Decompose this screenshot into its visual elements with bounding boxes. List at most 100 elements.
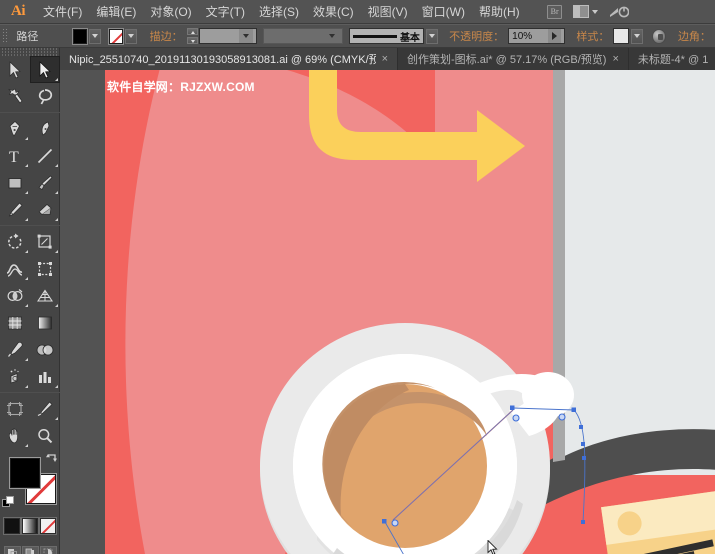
- blend-tool[interactable]: [30, 336, 60, 363]
- eraser-tool[interactable]: [30, 196, 60, 223]
- artboard-tool[interactable]: [0, 395, 30, 422]
- document-tab-bar: Nipic_25510740_20191130193058913081.ai @…: [60, 48, 715, 70]
- shape-builder-tool[interactable]: [0, 282, 30, 309]
- tool-expand-arrow-icon: [25, 277, 28, 280]
- close-icon[interactable]: ×: [382, 53, 388, 65]
- tool-expand-arrow-icon: [55, 78, 58, 81]
- stroke-weight-label: 描边：: [149, 31, 183, 43]
- tab-document-3-label: 未标题-4* @ 1: [637, 54, 709, 66]
- control-bar-grip[interactable]: [2, 28, 9, 44]
- free-transform-tool[interactable]: [30, 255, 60, 282]
- brush-definition-dropdown[interactable]: [425, 28, 438, 44]
- menu-file[interactable]: 文件(F): [36, 0, 89, 24]
- fill-swatch-dropdown[interactable]: [88, 28, 101, 44]
- creative-cloud-icon[interactable]: [606, 3, 632, 20]
- perspective-grid-tool[interactable]: [30, 282, 60, 309]
- line-segment-tool[interactable]: [30, 142, 60, 169]
- graphic-style-swatch[interactable]: [613, 28, 629, 44]
- menu-edit[interactable]: 编辑(E): [89, 0, 143, 24]
- opacity-label: 不透明度：: [449, 31, 505, 43]
- hand-tool[interactable]: [0, 422, 30, 449]
- tool-expand-arrow-icon: [55, 164, 58, 167]
- pen-tool[interactable]: [0, 115, 30, 142]
- svg-text:T: T: [9, 149, 19, 165]
- graphic-style-dropdown[interactable]: [630, 28, 643, 44]
- lasso-tool[interactable]: [30, 83, 60, 110]
- gradient-tool[interactable]: [30, 309, 60, 336]
- variable-width-dropdown-icon[interactable]: [325, 29, 340, 43]
- mesh-tool[interactable]: [0, 309, 30, 336]
- menu-help[interactable]: 帮助(H): [472, 0, 527, 24]
- tool-expand-arrow-icon: [55, 250, 58, 253]
- tool-expand-arrow-icon: [25, 191, 28, 194]
- rectangle-tool[interactable]: [0, 169, 30, 196]
- stroke-weight-input[interactable]: [198, 28, 258, 44]
- tool-expand-arrow-icon: [25, 250, 28, 253]
- menu-view[interactable]: 视图(V): [361, 0, 415, 24]
- document-canvas[interactable]: 软件自学网：RJZXW.COM: [60, 70, 715, 554]
- pencil-tool[interactable]: [0, 196, 30, 223]
- default-fill-stroke-icon[interactable]: [2, 496, 15, 509]
- fill-color-swatch[interactable]: [10, 458, 40, 488]
- draw-behind-mode[interactable]: [21, 545, 39, 554]
- transform-options-button[interactable]: [652, 28, 666, 44]
- symbol-sprayer-tool[interactable]: [0, 363, 30, 390]
- draw-normal-mode[interactable]: [3, 545, 21, 554]
- tab-document-1[interactable]: Nipic_25510740_20191130193058913081.ai @…: [60, 48, 398, 70]
- chevron-down-icon: [592, 9, 599, 14]
- tools-panel: T: [0, 48, 60, 554]
- fill-color-swatch[interactable]: [72, 28, 87, 44]
- tool-expand-arrow-icon: [55, 191, 58, 194]
- bridge-icon[interactable]: Br: [544, 3, 566, 20]
- rotate-tool[interactable]: [0, 228, 30, 255]
- brush-definition-select[interactable]: 基本: [348, 28, 424, 44]
- swap-fill-stroke-icon[interactable]: [45, 453, 58, 466]
- tool-expand-arrow-icon: [25, 137, 28, 140]
- selection-tool[interactable]: [0, 56, 30, 83]
- width-tool[interactable]: [0, 255, 30, 282]
- color-mode-gradient[interactable]: [22, 518, 38, 534]
- stroke-weight-stepper[interactable]: [186, 28, 198, 44]
- stroke-weight-dropdown-icon[interactable]: [239, 29, 254, 43]
- color-mode-solid[interactable]: [4, 518, 20, 534]
- coffee-liquid-shape: [322, 382, 487, 548]
- paintbrush-tool[interactable]: [30, 169, 60, 196]
- workspace-glyph: [573, 5, 590, 18]
- tool-expand-arrow-icon: [55, 385, 58, 388]
- tab-document-2[interactable]: 创作策划-图标.ai* @ 57.17% (RGB/预览) ×: [398, 48, 629, 70]
- menu-select[interactable]: 选择(S): [252, 0, 306, 24]
- menu-window[interactable]: 窗口(W): [415, 0, 472, 24]
- column-graph-tool[interactable]: [30, 363, 60, 390]
- draw-inside-mode[interactable]: [39, 545, 57, 554]
- draw-mode-row: [0, 543, 60, 554]
- scale-tool[interactable]: [30, 228, 60, 255]
- artboard[interactable]: 软件自学网：RJZXW.COM: [105, 70, 715, 554]
- tools-grid: T: [0, 56, 60, 449]
- menu-effect[interactable]: 效果(C): [306, 0, 361, 24]
- opacity-dropdown-icon[interactable]: [548, 29, 562, 43]
- stroke-color-swatch[interactable]: [108, 28, 123, 44]
- slice-tool[interactable]: [30, 395, 60, 422]
- direct-selection-tool[interactable]: [30, 56, 60, 83]
- cc-glyph: [609, 6, 629, 17]
- tab-document-3[interactable]: 未标题-4* @ 1: [628, 48, 715, 70]
- zoom-tool[interactable]: [30, 422, 60, 449]
- stroke-swatch-dropdown[interactable]: [124, 28, 137, 44]
- menu-object[interactable]: 对象(O): [143, 0, 198, 24]
- magic-wand-tool[interactable]: [0, 83, 30, 110]
- tool-expand-arrow-icon: [25, 444, 28, 447]
- menu-type[interactable]: 文字(T): [199, 0, 252, 24]
- type-tool[interactable]: T: [0, 142, 30, 169]
- tool-expand-arrow-icon: [55, 218, 58, 221]
- close-icon[interactable]: ×: [612, 53, 618, 65]
- workspace-switcher-icon[interactable]: [572, 3, 600, 20]
- tool-expand-arrow-icon: [25, 358, 28, 361]
- variable-width-profile-select[interactable]: [262, 28, 344, 44]
- color-mode-none[interactable]: [40, 518, 56, 534]
- bridge-glyph: Br: [547, 4, 563, 19]
- context-label: 路径: [16, 31, 39, 43]
- opacity-input[interactable]: 10%: [508, 28, 566, 44]
- eyedropper-tool[interactable]: [0, 336, 30, 363]
- tools-panel-grip[interactable]: [0, 48, 59, 56]
- curvature-tool[interactable]: [30, 115, 60, 142]
